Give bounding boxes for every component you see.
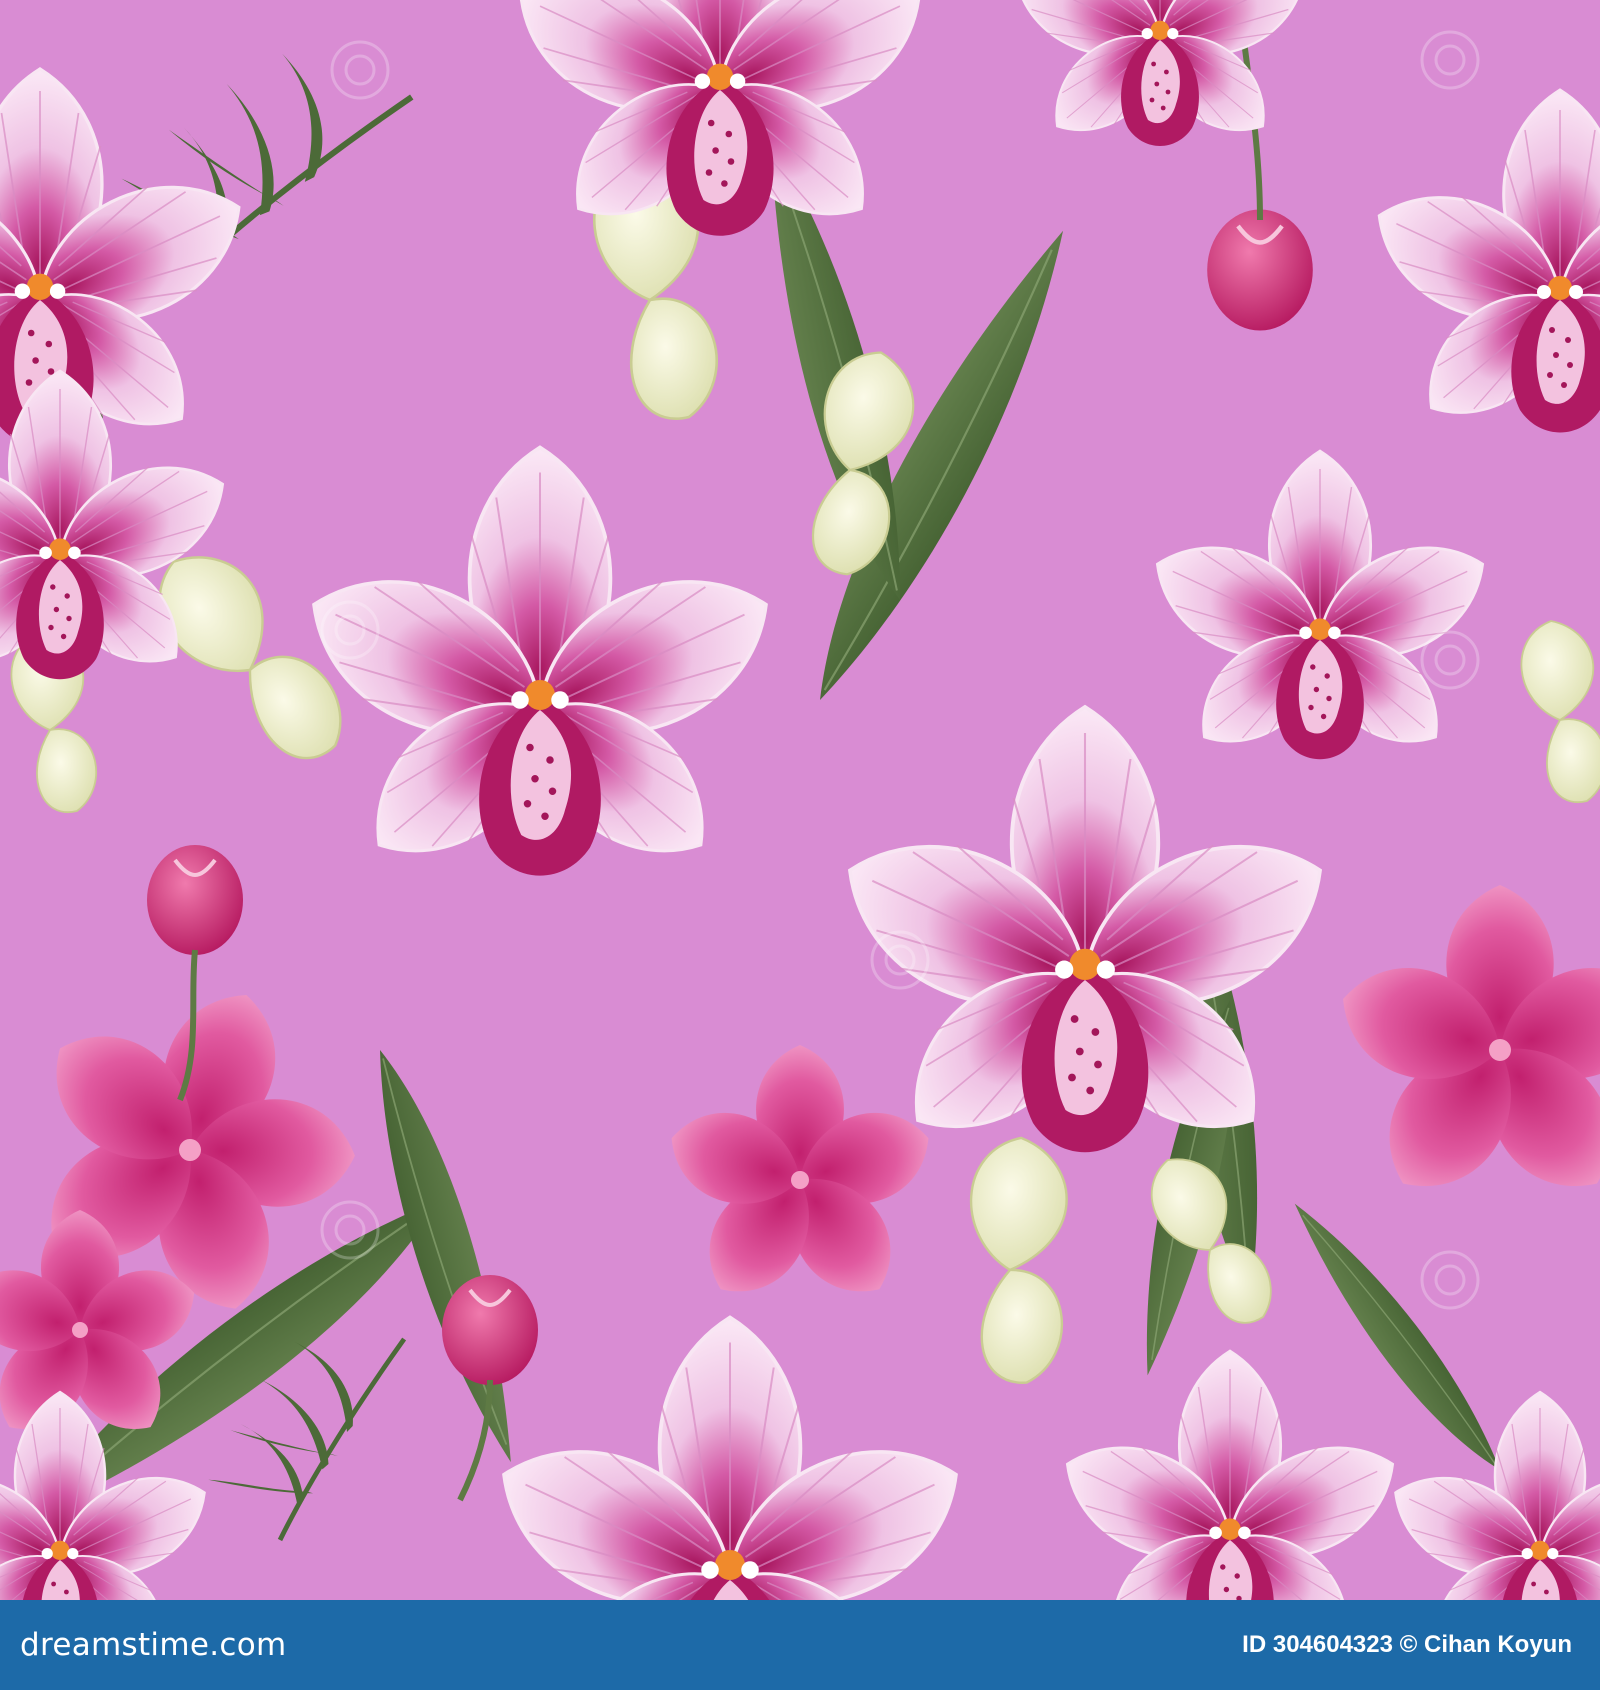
copyright-author: © Cihan Koyun (1399, 1631, 1572, 1658)
orchid-pattern-image (0, 0, 1600, 1600)
dreamstime-logo: dreamstime.com (20, 1627, 287, 1663)
image-credit: ID 304604323 © Cihan Koyun (1242, 1631, 1572, 1659)
watermark-footer: dreamstime.com ID 304604323 © Cihan Koyu… (0, 1600, 1600, 1690)
stock-id: ID 304604323 (1242, 1631, 1393, 1658)
